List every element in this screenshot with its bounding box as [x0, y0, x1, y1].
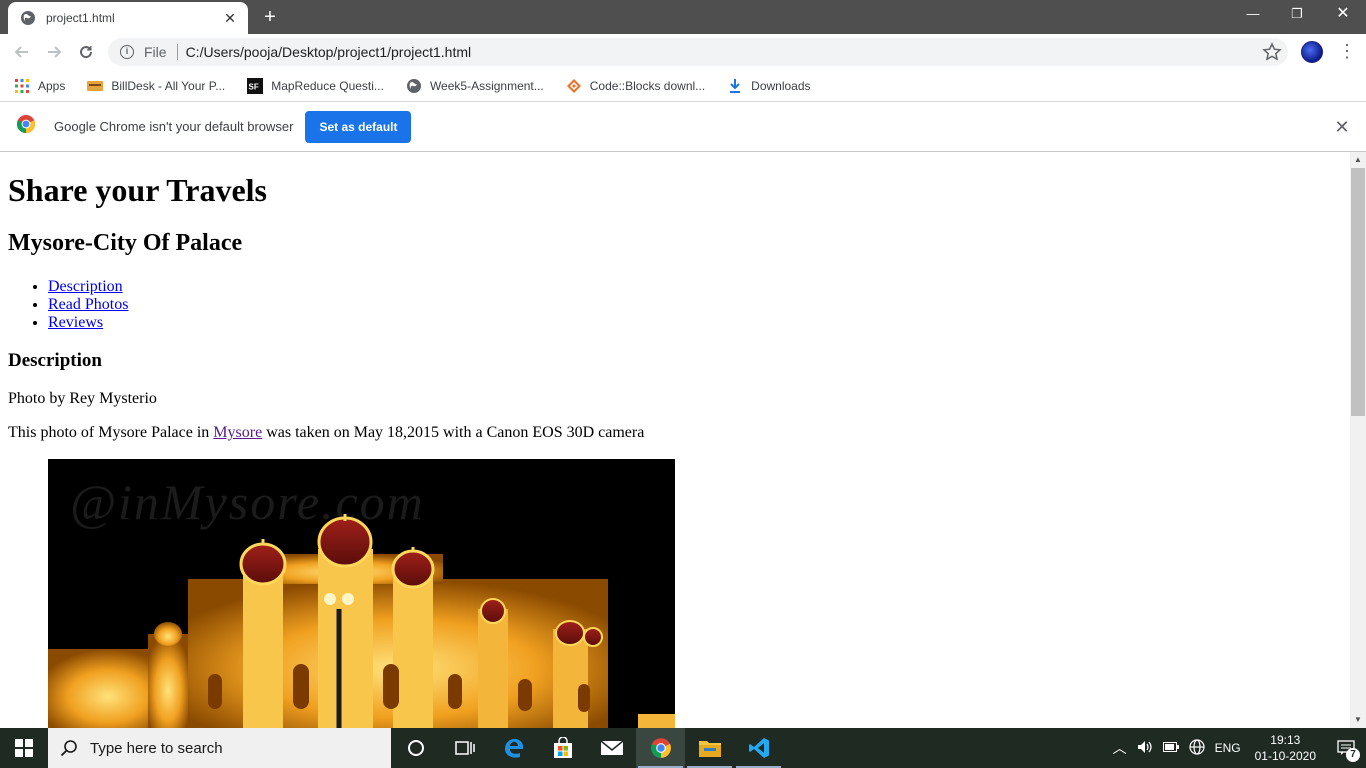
description-link[interactable]: Description [48, 278, 123, 295]
default-browser-infobar: Google Chrome isn't your default browser… [0, 102, 1366, 152]
bookmark-label: Apps [38, 78, 66, 93]
description-heading: Description [8, 350, 102, 371]
bookmark-label: MapReduce Questi... [271, 78, 384, 93]
billdesk-icon [87, 78, 104, 94]
page-scrollbar[interactable]: ▲ ▼ [1350, 152, 1366, 728]
vscode-icon[interactable] [734, 728, 783, 768]
page-title: Share your Travels [8, 172, 267, 208]
globe-icon [406, 78, 422, 94]
input-language[interactable]: ENG [1215, 741, 1241, 755]
read-photos-link[interactable]: Read Photos [48, 296, 128, 313]
caption-text: was taken on May 18,2015 with a Canon EO… [262, 424, 645, 441]
bookmark-label: Week5-Assignment... [429, 78, 544, 93]
section-nav-list: Description Read Photos Reviews [48, 278, 128, 332]
volume-icon[interactable] [1137, 740, 1153, 757]
scroll-up-icon[interactable]: ▲ [1350, 152, 1366, 168]
bookmark-apps[interactable]: Apps [14, 78, 65, 94]
url-scheme: File [144, 44, 167, 60]
sf-icon: SF [247, 77, 264, 94]
browser-toolbar: i File C:/Users/pooja/Desktop/project1/p… [0, 34, 1366, 70]
file-explorer-icon[interactable] [685, 728, 734, 768]
reviews-link[interactable]: Reviews [48, 314, 103, 331]
palace-illustration [48, 514, 675, 728]
search-icon [60, 740, 77, 757]
clock-time: 19:13 [1270, 733, 1301, 747]
bookmark-billdesk[interactable]: BillDesk - All Your P... [87, 78, 225, 94]
infobar-close-icon[interactable]: ✕ [1334, 118, 1350, 136]
chrome-menu-icon[interactable]: ⋮ [1338, 42, 1356, 62]
start-button[interactable] [0, 728, 48, 768]
forward-button[interactable] [42, 40, 66, 64]
set-as-default-button[interactable]: Set as default [305, 110, 412, 143]
scrollbar-thumb[interactable] [1351, 168, 1365, 416]
battery-icon[interactable] [1162, 741, 1179, 755]
windows-logo-icon [15, 739, 33, 757]
edge-icon[interactable] [489, 728, 538, 768]
page-subtitle: Mysore-City Of Palace [8, 230, 243, 256]
bookmark-mapreduce[interactable]: SF MapReduce Questi... [247, 77, 384, 94]
chrome-logo-icon [16, 114, 36, 139]
globe-icon [20, 10, 36, 26]
system-tray: ︿ ENG 19:13 01-10-2020 7 [1113, 728, 1366, 768]
profile-avatar[interactable] [1301, 41, 1323, 63]
action-center-button[interactable]: 7 [1326, 728, 1366, 768]
windows-taskbar: Type here to search ︿ ENG 19:13 01-10-20… [0, 728, 1366, 768]
search-placeholder: Type here to search [90, 739, 223, 757]
list-item: Description [48, 278, 128, 296]
network-globe-icon[interactable] [1188, 738, 1205, 758]
photo-caption: This photo of Mysore Palace in Mysore wa… [8, 424, 644, 442]
codeblocks-icon [566, 78, 582, 94]
microsoft-store-icon[interactable] [538, 728, 587, 768]
list-item: Read Photos [48, 296, 128, 314]
scroll-down-icon[interactable]: ▼ [1350, 712, 1366, 728]
window-close-button[interactable]: ✕ [1320, 0, 1366, 30]
cortana-icon[interactable] [391, 728, 440, 768]
apps-grid-icon [14, 78, 30, 94]
photo-credit: Photo by Rey Mysterio [8, 390, 157, 407]
bookmark-codeblocks[interactable]: Code::Blocks downl... [566, 78, 705, 94]
tab-strip: project1.html ✕ + — ❐ ✕ [0, 0, 1366, 34]
minimize-button[interactable]: — [1230, 0, 1276, 30]
address-bar[interactable]: i File C:/Users/pooja/Desktop/project1/p… [108, 38, 1288, 66]
bookmarks-bar: Apps BillDesk - All Your P... SF MapRedu… [0, 70, 1366, 102]
forward-arrow-icon [48, 46, 62, 58]
taskbar-search-box[interactable]: Type here to search [48, 728, 391, 768]
task-view-icon[interactable] [440, 728, 489, 768]
bookmark-label: Downloads [751, 78, 811, 93]
svg-text:SF: SF [249, 82, 259, 91]
list-item: Reviews [48, 314, 128, 332]
back-arrow-icon [14, 46, 28, 58]
notification-count-badge: 7 [1346, 748, 1360, 762]
reload-button[interactable] [74, 40, 98, 64]
download-icon [727, 78, 743, 94]
tab-title: project1.html [46, 11, 115, 25]
mysore-palace-photo: @inMysore.com [48, 459, 675, 728]
bookmark-label: BillDesk - All Your P... [111, 78, 226, 93]
mysore-link[interactable]: Mysore [213, 424, 262, 441]
page-viewport: Share your Travels Mysore-City Of Palace… [0, 152, 1350, 728]
reload-icon [80, 46, 93, 59]
restore-button[interactable]: ❐ [1274, 0, 1320, 30]
taskbar-clock[interactable]: 19:13 01-10-2020 [1255, 732, 1316, 764]
tab-close-icon[interactable]: ✕ [222, 10, 238, 27]
info-icon[interactable]: i [120, 45, 134, 59]
clock-date: 01-10-2020 [1254, 749, 1316, 763]
chrome-taskbar-icon[interactable] [636, 728, 685, 768]
caption-text: This photo of Mysore Palace in [8, 424, 214, 441]
bookmark-star-icon[interactable] [1262, 42, 1282, 62]
browser-tab[interactable]: project1.html ✕ [8, 2, 248, 34]
bookmark-downloads[interactable]: Downloads [727, 78, 811, 94]
bookmark-label: Code::Blocks downl... [589, 78, 706, 93]
back-button[interactable] [10, 40, 34, 64]
mail-icon[interactable] [587, 728, 636, 768]
infobar-message: Google Chrome isn't your default browser [54, 119, 294, 134]
url-text[interactable]: C:/Users/pooja/Desktop/project1/project1… [186, 44, 472, 60]
bookmark-week5[interactable]: Week5-Assignment... [406, 78, 544, 94]
show-hidden-icons-icon[interactable]: ︿ [1113, 738, 1127, 758]
omnibox-separator [176, 44, 178, 60]
new-tab-button[interactable]: + [258, 6, 282, 28]
